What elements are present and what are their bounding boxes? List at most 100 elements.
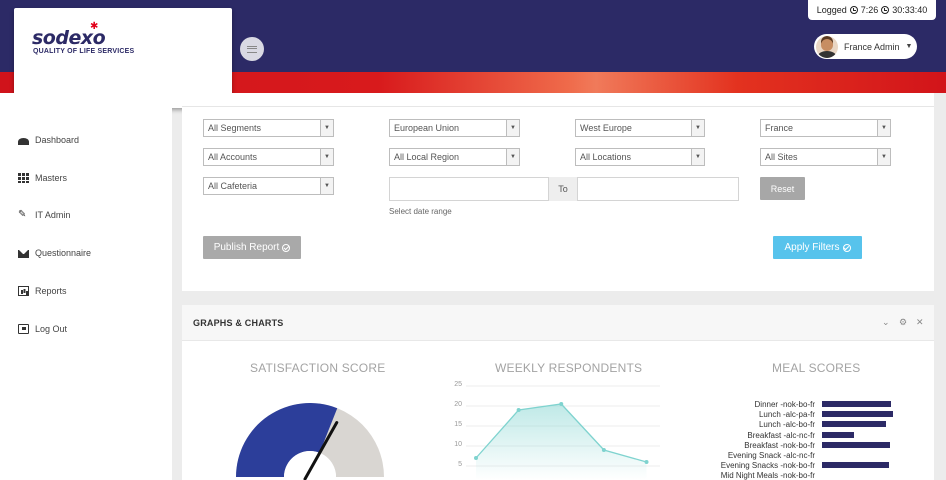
location-select[interactable]: All Locations ▼ <box>575 148 705 166</box>
sidebar-item-dashboard[interactable]: Dashboard <box>18 135 79 145</box>
bar-label: Lunch -alc-pa-fr <box>758 410 815 420</box>
check-circle-icon <box>842 243 851 252</box>
meal-score-bar[interactable] <box>822 411 893 418</box>
chevron-down-icon: ▼ <box>320 149 333 165</box>
bar-chart-icon <box>18 286 29 296</box>
weekly-respondents-title: WEEKLY RESPONDENTS <box>495 361 643 375</box>
y-tick-label: 25 <box>454 381 462 388</box>
sidebar-item-label: Dashboard <box>35 135 80 145</box>
user-name: France Admin <box>844 41 900 52</box>
union-select[interactable]: European Union ▼ <box>389 119 520 137</box>
sidebar-item-label: Log Out <box>35 324 68 334</box>
sidebar-item-log-out[interactable]: Log Out <box>18 324 67 334</box>
data-point[interactable] <box>474 456 478 460</box>
sidebar-item-label: IT Admin <box>35 210 71 220</box>
data-point[interactable] <box>516 408 521 412</box>
close-icon[interactable]: ✕ <box>916 317 924 328</box>
sidebar-item-label: Masters <box>35 173 68 183</box>
gear-icon[interactable]: ⚙ <box>899 317 907 328</box>
bar-label: Lunch -alc-bo-fr <box>758 420 815 430</box>
select-value: All Local Region <box>394 152 460 162</box>
y-tick-label: 20 <box>454 401 462 408</box>
bar-label: Evening Snacks -nok-bo-fr <box>720 461 815 471</box>
hamburger-icon <box>247 45 257 53</box>
weekly-respondents-chart <box>466 385 660 480</box>
bar-label: Mid Night Meals -nok-bo-fr <box>720 471 815 480</box>
y-tick-label: 5 <box>458 461 462 468</box>
logout-icon <box>18 324 29 334</box>
logo-star-icon: ✱ <box>90 21 99 32</box>
meal-scores-title: MEAL SCORES <box>772 361 861 375</box>
series-area <box>476 404 647 480</box>
sidebar-item-questionnaire[interactable]: Questionnaire <box>18 248 91 258</box>
avatar <box>816 35 838 58</box>
date-separator: To <box>548 177 578 201</box>
meal-score-bar[interactable] <box>822 421 886 428</box>
envelope-icon <box>18 249 29 258</box>
select-value: West Europe <box>580 123 632 133</box>
select-value: All Sites <box>765 152 798 162</box>
segment-select[interactable]: All Segments ▼ <box>203 119 334 137</box>
logo-tagline: QUALITY OF LIFE SERVICES <box>33 48 135 55</box>
select-value: All Locations <box>580 152 632 162</box>
clock-icon <box>881 6 890 14</box>
meal-score-bar[interactable] <box>822 401 891 407</box>
chevron-down-icon: ▼ <box>877 120 890 136</box>
bar-label: Dinner -nok-bo-fr <box>754 400 815 409</box>
bar-label: Evening Snack -alc-nc-fr <box>727 451 815 460</box>
menu-toggle-button[interactable] <box>240 37 264 61</box>
local-region-select[interactable]: All Local Region ▼ <box>389 148 520 166</box>
sidebar-item-masters[interactable]: Masters <box>18 173 67 183</box>
chevron-down-icon: ▼ <box>320 178 333 194</box>
y-tick-label: 10 <box>454 441 462 448</box>
data-point[interactable] <box>601 448 606 452</box>
date-range-hint: Select date range <box>389 207 452 216</box>
reset-button[interactable]: Reset <box>760 177 805 200</box>
account-select[interactable]: All Accounts ▼ <box>203 148 334 166</box>
meal-score-bar[interactable] <box>822 431 854 438</box>
y-tick-label: 15 <box>454 421 462 428</box>
meal-score-bar[interactable] <box>822 441 890 448</box>
filter-panel-header <box>182 93 934 107</box>
region-select[interactable]: West Europe ▼ <box>575 119 705 137</box>
graphs-panel-header <box>182 305 934 341</box>
apply-filters-button[interactable]: Apply Filters <box>773 236 862 259</box>
bar-label: Breakfast -nok-bo-fr <box>744 440 815 450</box>
chevron-down-icon: ▼ <box>506 149 519 165</box>
user-menu-button[interactable]: France Admin ▼ <box>814 34 917 59</box>
publish-report-button[interactable]: Publish Report <box>203 236 301 259</box>
check-circle-icon <box>282 243 291 252</box>
button-label: Publish Report <box>213 242 280 253</box>
select-value: All Accounts <box>208 152 258 162</box>
cafeteria-select[interactable]: All Cafeteria ▼ <box>203 177 334 195</box>
bar-label: Breakfast -alc-nc-fr <box>747 430 815 440</box>
button-label: Apply Filters <box>784 242 840 253</box>
select-value: European Union <box>394 123 460 133</box>
caret-down-icon: ▼ <box>905 43 913 50</box>
session-timer: Logged 7:26 30:33:40 <box>808 0 936 20</box>
select-value: France <box>765 123 794 133</box>
satisfaction-gauge <box>236 403 384 480</box>
meal-score-bar[interactable] <box>822 462 889 469</box>
select-value: All Segments <box>208 123 262 133</box>
collapse-icon[interactable]: ⌄ <box>882 317 890 328</box>
graphs-panel-title: GRAPHS & CHARTS <box>193 318 284 328</box>
grid-icon <box>18 173 29 183</box>
sidebar-item-label: Reports <box>35 286 67 296</box>
site-select[interactable]: All Sites ▼ <box>760 148 891 166</box>
country-select[interactable]: France ▼ <box>760 119 891 137</box>
sidebar-item-it-admin[interactable]: ✎ IT Admin <box>18 209 71 221</box>
user-edit-icon: ✎ <box>18 209 27 220</box>
sidebar-item-reports[interactable]: Reports <box>18 286 67 296</box>
satisfaction-score-title: SATISFACTION SCORE <box>250 361 386 375</box>
logged-duration: 7:26 <box>860 5 879 15</box>
chevron-down-icon: ▼ <box>691 120 704 136</box>
chevron-down-icon: ▼ <box>506 120 519 136</box>
dashboard-icon <box>18 137 29 145</box>
logged-label: Logged <box>816 5 847 15</box>
sidebar-item-label: Questionnaire <box>35 248 92 258</box>
logged-time: 30:33:40 <box>892 5 928 15</box>
data-point[interactable] <box>559 402 564 406</box>
data-point[interactable] <box>644 460 649 464</box>
chevron-down-icon: ▼ <box>877 149 890 165</box>
